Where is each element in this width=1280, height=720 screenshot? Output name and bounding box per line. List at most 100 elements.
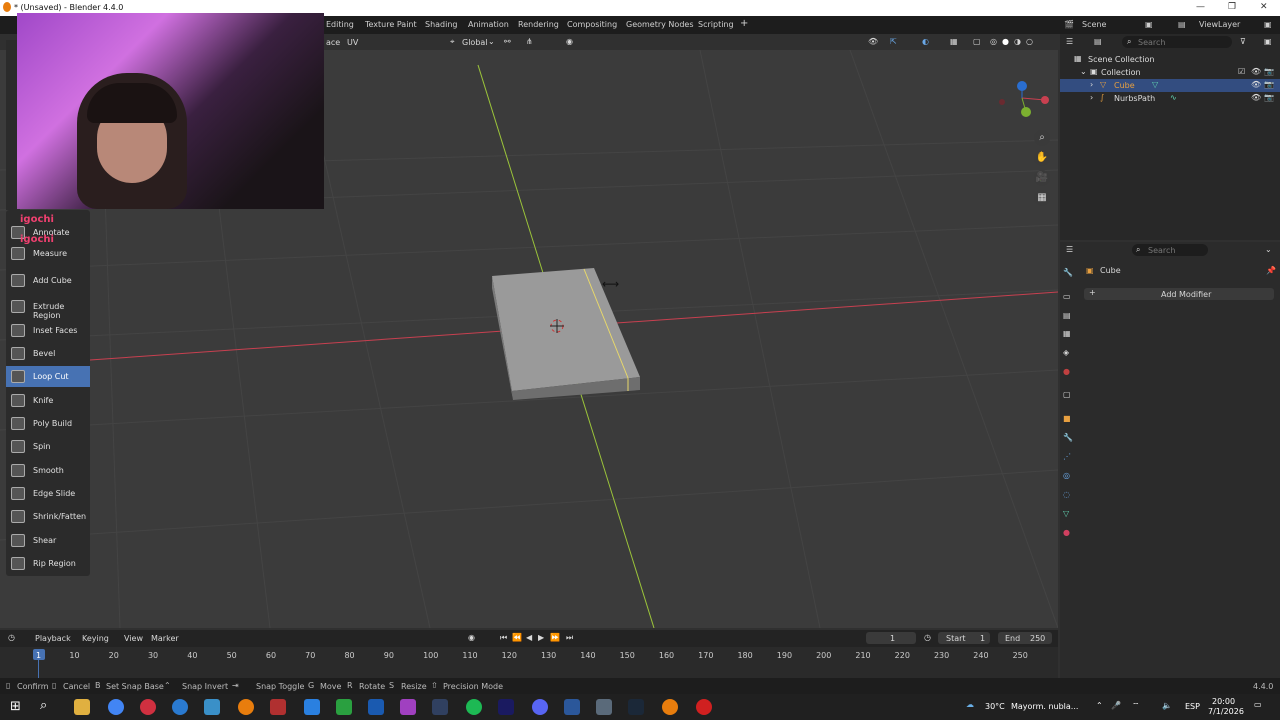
language-indicator[interactable]: ESP (1185, 702, 1200, 711)
app3-icon[interactable] (596, 699, 612, 715)
rendered-shading-icon[interactable]: ○ (1026, 37, 1033, 46)
material-shading-icon[interactable]: ◑ (1014, 37, 1021, 46)
pin-icon[interactable]: 📌 (1266, 266, 1276, 275)
outliner-editor-icon[interactable]: ☰ (1066, 37, 1073, 46)
display-mode-icon[interactable]: ▤ (1094, 37, 1102, 46)
navigation-gizmo[interactable] (999, 81, 1049, 117)
outliner-item-nurbspath[interactable]: › ∫ NurbsPath ∿ 👁 📷 (1060, 92, 1280, 105)
checkbox-icon[interactable]: ☑ (1238, 67, 1245, 76)
snap-icon[interactable]: ⋔ (526, 37, 533, 46)
opera-icon[interactable] (140, 699, 156, 715)
outliner-search-input[interactable]: ⌕ Search (1122, 36, 1232, 48)
tool-shrink-fatten[interactable]: Shrink/Fatten (6, 506, 90, 527)
end-frame-field[interactable]: End 250 (998, 632, 1052, 644)
search-icon[interactable]: ⌕ (40, 698, 47, 713)
clock-date[interactable]: 7/1/2026 (1208, 707, 1244, 716)
folder-app-icon[interactable] (304, 699, 320, 715)
tool-tab-icon[interactable]: 🔧 (1063, 268, 1073, 277)
timeline-editor-icon[interactable]: ◷ (8, 633, 15, 642)
overlay-icon[interactable]: ◐ (922, 37, 929, 46)
steam-icon[interactable] (628, 699, 644, 715)
output-tab-icon[interactable]: ▤ (1063, 311, 1071, 320)
uv-menu[interactable]: UV (347, 38, 358, 47)
add-modifier-button[interactable]: + Add Modifier (1084, 288, 1274, 300)
jump-keyframe-back-icon[interactable]: ⏪ (512, 633, 522, 642)
camera-view-icon[interactable]: 🎥 (1034, 170, 1050, 186)
material-tab-icon[interactable]: ● (1063, 528, 1070, 537)
particles-tab-icon[interactable]: ⋰ (1063, 452, 1071, 461)
camera-icon[interactable]: 📷 (1264, 67, 1274, 76)
tool-edge-slide[interactable]: Edge Slide (6, 483, 90, 504)
chevron-up-icon[interactable]: ⌃ (1096, 701, 1103, 710)
visibility-icon[interactable]: 👁 (868, 37, 878, 46)
tool-knife[interactable]: Knife (6, 390, 90, 411)
discord-icon[interactable] (532, 699, 548, 715)
modifier-tab-icon[interactable]: 🔧 (1063, 433, 1073, 442)
blender-taskbar-icon[interactable] (238, 699, 254, 715)
new-collection-icon[interactable]: ▣ (1264, 37, 1272, 46)
collection-tab-icon[interactable]: ▢ (1063, 390, 1071, 399)
tool-smooth[interactable]: Smooth (6, 460, 90, 481)
wifi-icon[interactable]: ⌔ (1132, 701, 1140, 711)
speaker-icon[interactable]: 🔈 (1162, 701, 1172, 710)
scene-tab-icon[interactable]: ◈ (1063, 348, 1069, 357)
blender-active-icon[interactable] (662, 699, 678, 715)
world-tab-icon[interactable]: ● (1063, 367, 1070, 376)
tool-poly-build[interactable]: Poly Build (6, 413, 90, 434)
obs-icon[interactable] (696, 699, 712, 715)
tab-geometry-nodes[interactable]: Geometry Nodes (626, 20, 693, 29)
view-layer-tab-icon[interactable]: ▦ (1063, 329, 1071, 338)
weather-desc[interactable]: Mayorm. nubla... (1011, 702, 1078, 711)
jump-keyframe-forward-icon[interactable]: ⏩ (550, 633, 560, 642)
minimize-icon[interactable]: — (1196, 2, 1205, 12)
chrome-icon[interactable] (108, 699, 124, 715)
after-effects-icon[interactable] (498, 699, 514, 715)
app2-icon[interactable] (400, 699, 416, 715)
view-menu[interactable]: View (124, 634, 143, 643)
face-menu[interactable]: ace (326, 38, 340, 47)
weather-temp[interactable]: 30°C (985, 702, 1005, 711)
video-app-icon[interactable] (270, 699, 286, 715)
pivot-icon[interactable]: ⚯ (504, 37, 511, 46)
camera-icon[interactable]: 📷 (1264, 80, 1274, 89)
visual-studio-icon[interactable] (368, 699, 384, 715)
marker-menu[interactable]: Marker (151, 634, 179, 643)
tool-extrude-region[interactable]: Extrude Region (6, 296, 90, 320)
playback-menu[interactable]: Playback (35, 634, 71, 643)
outliner-scene-collection[interactable]: ▦ Scene Collection (1060, 53, 1280, 66)
current-frame-field[interactable]: 1 (866, 632, 916, 644)
tool-shear[interactable]: Shear (6, 530, 90, 551)
auto-keying-icon[interactable]: ◉ (468, 633, 475, 642)
properties-editor-icon[interactable]: ☰ (1066, 245, 1073, 254)
tool-measure[interactable]: Measure (6, 243, 90, 264)
viewlayer-name[interactable]: ViewLayer (1199, 20, 1240, 29)
tool-add-cube[interactable]: Add Cube (6, 270, 90, 291)
windows-start-icon[interactable]: ⊞ (10, 699, 21, 714)
outliner-collection[interactable]: ⌄ ▣ Collection ☑ 👁 📷 (1060, 66, 1280, 79)
microphone-icon[interactable]: 🎤 (1111, 701, 1121, 710)
perspective-grid-icon[interactable]: ▦ (1034, 190, 1050, 206)
properties-search-input[interactable]: ⌕ Search (1132, 244, 1208, 256)
tool-loop-cut[interactable]: Loop Cut (6, 366, 90, 387)
tool-inset-faces[interactable]: Inset Faces (6, 320, 90, 341)
solid-shading-icon[interactable]: ● (1002, 37, 1009, 46)
chevron-down-icon[interactable]: ⌄ (1265, 245, 1272, 254)
tab-scripting[interactable]: Scripting (698, 20, 734, 29)
tab-animation[interactable]: Animation (468, 20, 509, 29)
keying-menu[interactable]: Keying (82, 634, 109, 643)
play-reverse-icon[interactable]: ◀ (526, 633, 532, 642)
xray-icon[interactable]: ▢ (973, 37, 981, 46)
pycharm-icon[interactable] (336, 699, 352, 715)
tool-bevel[interactable]: Bevel (6, 343, 90, 364)
outliner-item-cube[interactable]: › ▽ Cube ▽ 👁 📷 (1060, 79, 1280, 92)
tab-texture-paint[interactable]: Texture Paint (365, 20, 417, 29)
new-scene-icon[interactable]: ▣ (1145, 20, 1153, 29)
file-explorer-icon[interactable] (74, 699, 90, 715)
mesh-edit-overlay-icon[interactable]: ▦ (950, 37, 958, 46)
proportional-edit-icon[interactable]: ◉ (566, 37, 573, 46)
app-icon[interactable] (204, 699, 220, 715)
eye-icon[interactable]: 👁 (1251, 80, 1261, 89)
tab-compositing[interactable]: Compositing (567, 20, 617, 29)
start-frame-field[interactable]: Start 1 (938, 632, 990, 644)
render-tab-icon[interactable]: ▭ (1063, 292, 1071, 301)
